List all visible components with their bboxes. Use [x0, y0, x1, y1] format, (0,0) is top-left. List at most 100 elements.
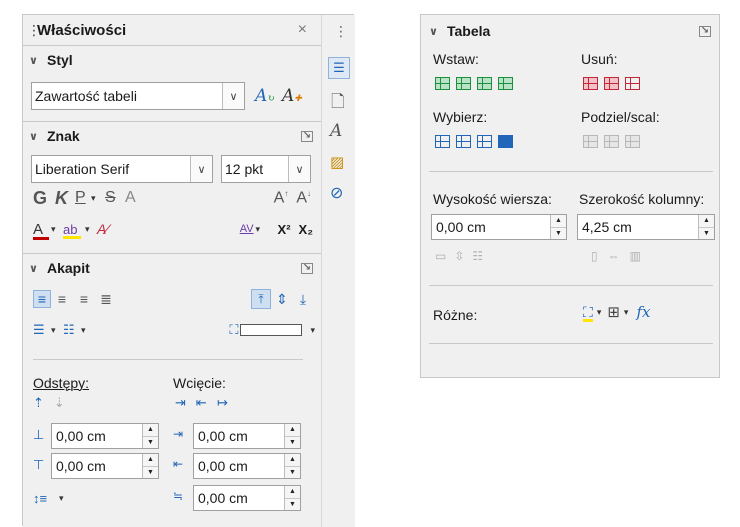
background-fill-icon[interactable]: ⛶ [229, 322, 238, 338]
spin-down-icon[interactable]: ▼ [285, 435, 300, 448]
page-tab-icon[interactable]: 🗋 [331, 89, 345, 118]
numbered-list-dropdown-icon[interactable]: ▾ [81, 325, 93, 336]
section-header-tabela[interactable]: ∨ Tabela ↘ [429, 19, 713, 43]
line-spacing-icon[interactable]: ↕≡ [33, 491, 47, 506]
minimal-row-height-icon[interactable]: ▭ [435, 249, 446, 263]
after-indent-field[interactable]: 0,00 cm ▲ ▼ [193, 453, 301, 479]
spin-up-icon[interactable]: ▲ [143, 424, 158, 436]
numbered-list-icon[interactable]: ☷ [63, 322, 79, 338]
align-bottom-icon[interactable]: ⤓ [293, 291, 313, 308]
column-width-field[interactable]: 4,25 cm ▲ ▼ [577, 214, 715, 240]
distribute-rows-icon[interactable]: ☷ [472, 249, 483, 263]
delete-rows-icon[interactable] [583, 77, 598, 90]
decrease-spacing-icon[interactable]: ⇣ [54, 395, 65, 411]
character-spacing-button[interactable]: AV [240, 223, 254, 235]
section-header-znak[interactable]: ∨ Znak ↘ [29, 124, 315, 148]
spin-up-icon[interactable]: ▲ [285, 454, 300, 466]
insert-columns-before-icon[interactable] [477, 77, 492, 90]
gallery-tab-icon[interactable]: ▨ [330, 153, 344, 171]
select-cell-icon[interactable] [456, 135, 471, 148]
below-spacing-field[interactable]: 0,00 cm ▲ ▼ [51, 453, 159, 479]
bold-button[interactable]: G [33, 188, 55, 209]
font-name-combo[interactable]: Liberation Serif ∨ [31, 155, 213, 183]
optimal-column-width-icon[interactable]: ⇔ [608, 249, 620, 263]
section-header-styl[interactable]: ∨ Styl [29, 48, 315, 72]
strikethrough-button[interactable]: S [105, 189, 125, 207]
row-height-field[interactable]: 0,00 cm ▲ ▼ [431, 214, 567, 240]
select-row-icon[interactable] [498, 135, 513, 148]
increase-spacing-icon[interactable]: ⇡ [33, 395, 44, 411]
split-table-icon[interactable] [625, 135, 640, 148]
styles-tab-icon[interactable]: A [330, 121, 342, 141]
subscript-button[interactable]: X₂ [299, 222, 313, 237]
align-justify-icon[interactable]: ≣ [95, 291, 117, 308]
drag-handle-icon[interactable]: ⋮ [27, 22, 41, 39]
grow-font-button[interactable]: A↑ [274, 189, 289, 207]
first-line-indent-field[interactable]: 0,00 cm ▲ ▼ [193, 485, 301, 511]
more-options-icon[interactable]: ↘ [301, 262, 313, 274]
spin-down-icon[interactable]: ▼ [285, 465, 300, 478]
update-style-icon[interactable]: A↻ [255, 86, 275, 106]
spin-up-icon[interactable]: ▲ [551, 215, 566, 227]
hanging-indent-icon[interactable]: ↦ [217, 395, 228, 411]
italic-button[interactable]: K [55, 188, 75, 209]
highlight-color-button[interactable]: ab [63, 222, 83, 239]
distribute-columns-icon[interactable]: ▥ [630, 249, 641, 263]
more-options-icon[interactable]: ↘ [699, 25, 711, 37]
decrease-indent-icon[interactable]: ⇤ [196, 395, 207, 411]
new-style-icon[interactable]: A✚ [282, 86, 302, 106]
insert-rows-above-icon[interactable] [435, 77, 450, 90]
spin-down-icon[interactable]: ▼ [551, 226, 566, 239]
spin-down-icon[interactable]: ▼ [143, 465, 158, 478]
font-size-combo[interactable]: 12 pkt ∨ [221, 155, 311, 183]
select-column-icon[interactable] [477, 135, 492, 148]
spin-down-icon[interactable]: ▼ [699, 226, 714, 239]
delete-columns-icon[interactable] [604, 77, 619, 90]
line-spacing-dropdown-icon[interactable]: ▾ [59, 493, 64, 504]
align-vcenter-icon[interactable]: ⇕ [271, 291, 293, 308]
shadow-button[interactable]: A [125, 189, 145, 207]
superscript-button[interactable]: X² [278, 222, 291, 237]
split-cells-icon[interactable] [604, 135, 619, 148]
borders-icon[interactable]: ⊞ [607, 303, 620, 321]
font-color-dropdown-icon[interactable]: ▾ [51, 224, 63, 235]
more-options-icon[interactable]: ↘ [301, 130, 313, 142]
borders-dropdown-icon[interactable]: ▾ [624, 307, 629, 318]
sidebar-menu-icon[interactable]: ⋮ [334, 23, 348, 40]
spin-up-icon[interactable]: ▲ [285, 424, 300, 436]
align-center-icon[interactable]: ≡ [51, 291, 73, 307]
align-right-icon[interactable]: ≡ [73, 291, 95, 307]
font-color-button[interactable]: A [33, 221, 49, 240]
spin-down-icon[interactable]: ▼ [143, 435, 158, 448]
clear-formatting-icon[interactable]: A⁄ [97, 221, 109, 237]
underline-dropdown-icon[interactable]: ▾ [91, 193, 105, 204]
spin-up-icon[interactable]: ▲ [285, 486, 300, 498]
spacing-dropdown-icon[interactable]: ▾ [256, 224, 270, 235]
minimal-column-width-icon[interactable]: ▯ [591, 249, 598, 263]
insert-rows-below-icon[interactable] [456, 77, 471, 90]
chevron-down-icon[interactable]: ∨ [190, 156, 212, 182]
navigator-tab-icon[interactable]: ⊘ [330, 183, 343, 203]
background-dropdown-icon[interactable]: ▾ [310, 325, 315, 336]
merge-cells-icon[interactable] [583, 135, 598, 148]
properties-tab-icon[interactable]: ☰ [328, 57, 350, 79]
section-header-akapit[interactable]: ∨ Akapit ↘ [29, 256, 315, 280]
optimal-row-height-icon[interactable]: ⇳ [454, 249, 464, 263]
underline-button[interactable]: P [75, 189, 89, 207]
chevron-down-icon[interactable]: ∨ [288, 156, 310, 182]
spin-up-icon[interactable]: ▲ [143, 454, 158, 466]
spin-up-icon[interactable]: ▲ [699, 215, 714, 227]
shrink-font-button[interactable]: A↓ [296, 189, 311, 207]
delete-table-icon[interactable] [625, 77, 640, 90]
table-fill-dropdown-icon[interactable]: ▾ [597, 307, 602, 318]
paragraph-style-combo[interactable]: Zawartość tabeli ∨ [31, 82, 245, 110]
highlight-dropdown-icon[interactable]: ▾ [85, 224, 97, 235]
chevron-down-icon[interactable]: ∨ [222, 83, 244, 109]
table-fill-icon[interactable]: ⛶ [583, 304, 593, 322]
spin-down-icon[interactable]: ▼ [285, 497, 300, 510]
align-left-icon[interactable]: ≡ [33, 290, 51, 308]
bullet-list-dropdown-icon[interactable]: ▾ [51, 325, 63, 336]
before-indent-field[interactable]: 0,00 cm ▲ ▼ [193, 423, 301, 449]
select-table-icon[interactable] [435, 135, 450, 148]
align-top-icon[interactable]: ⤒ [251, 289, 271, 309]
